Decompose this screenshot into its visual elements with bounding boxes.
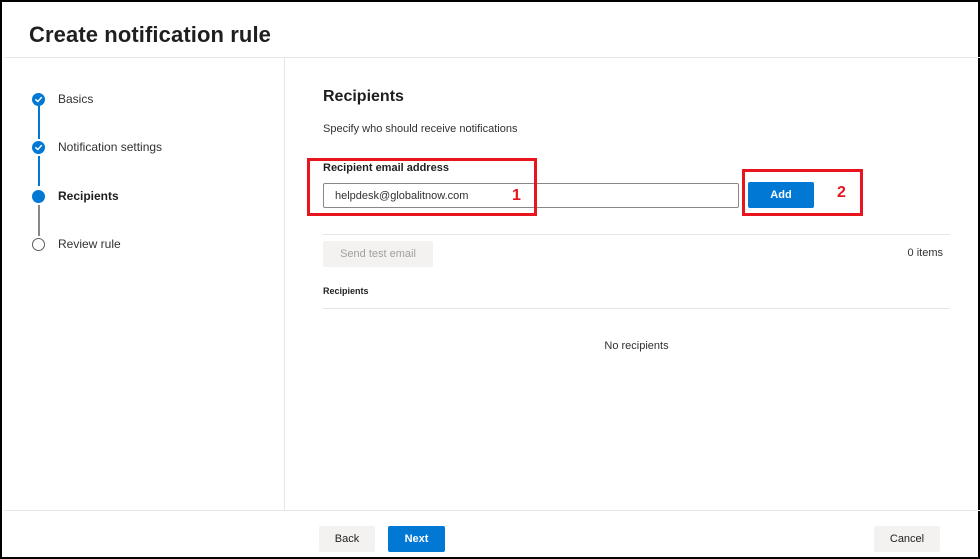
- cancel-button[interactable]: Cancel: [874, 526, 940, 552]
- step-connector: [38, 106, 40, 139]
- main-content: Recipients Specify who should receive no…: [285, 58, 980, 510]
- step-connector: [38, 205, 40, 236]
- annotation-number-1: 1: [512, 187, 521, 204]
- header: Create notification rule: [4, 4, 980, 58]
- wizard-step-basics[interactable]: Basics: [32, 89, 93, 109]
- send-test-email-button[interactable]: Send test email: [323, 241, 433, 267]
- current-step-icon: [32, 189, 45, 203]
- wizard-step-label: Review rule: [58, 237, 121, 251]
- wizard-step-review-rule[interactable]: Review rule: [32, 234, 121, 254]
- check-icon: [32, 140, 45, 154]
- wizard-step-recipients[interactable]: Recipients: [32, 186, 119, 206]
- section-title: Recipients: [323, 88, 404, 105]
- pending-step-icon: [32, 237, 45, 251]
- empty-state-text: No recipients: [604, 340, 669, 352]
- recipients-column-header: Recipients: [323, 286, 369, 296]
- wizard-step-notification-settings[interactable]: Notification settings: [32, 137, 162, 157]
- wizard-sidebar: Basics Notification settings Recipients …: [4, 58, 285, 510]
- divider: [323, 308, 950, 309]
- items-count: 0 items: [907, 247, 943, 259]
- check-icon: [32, 92, 45, 106]
- footer: Back Next Cancel: [4, 510, 980, 559]
- window-frame: Create notification rule Basics Notifica…: [0, 0, 980, 559]
- next-button[interactable]: Next: [388, 526, 445, 552]
- step-connector: [38, 156, 40, 186]
- annotation-box-1: [307, 158, 537, 216]
- back-button[interactable]: Back: [319, 526, 375, 552]
- wizard-step-label: Basics: [58, 92, 94, 106]
- section-description: Specify who should receive notifications: [323, 123, 518, 135]
- divider: [323, 234, 950, 235]
- wizard-step-label: Recipients: [58, 189, 119, 203]
- annotation-number-2: 2: [837, 184, 846, 201]
- page-title: Create notification rule: [29, 22, 271, 47]
- wizard-step-label: Notification settings: [58, 140, 163, 154]
